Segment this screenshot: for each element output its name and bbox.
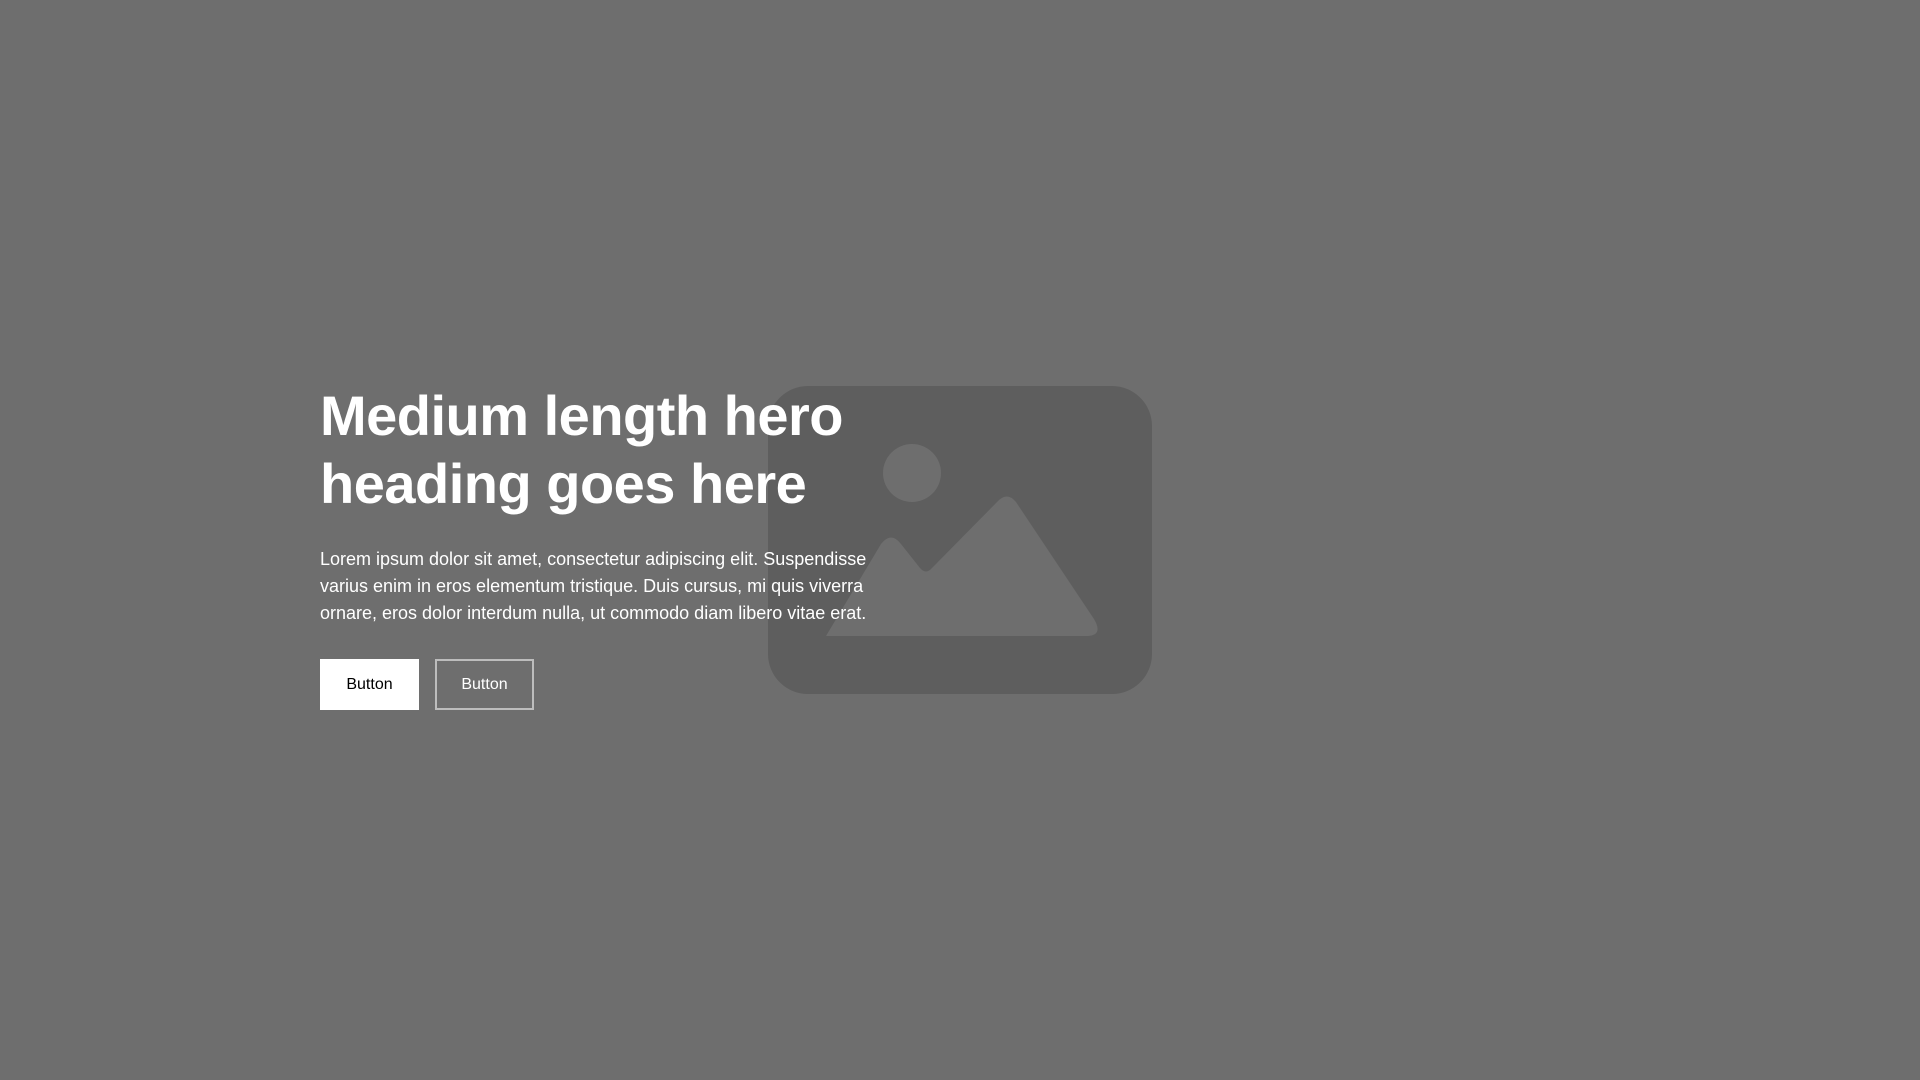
hero-section: Medium length hero heading goes here Lor… (0, 0, 1920, 1080)
primary-button[interactable]: Button (320, 659, 419, 710)
hero-content: Medium length hero heading goes here Lor… (320, 382, 900, 710)
hero-heading: Medium length hero heading goes here (320, 384, 844, 515)
secondary-button[interactable]: Button (435, 659, 534, 710)
button-group: Button Button (320, 659, 900, 710)
hero-paragraph: Lorem ipsum dolor sit amet, consectetur … (320, 549, 867, 623)
